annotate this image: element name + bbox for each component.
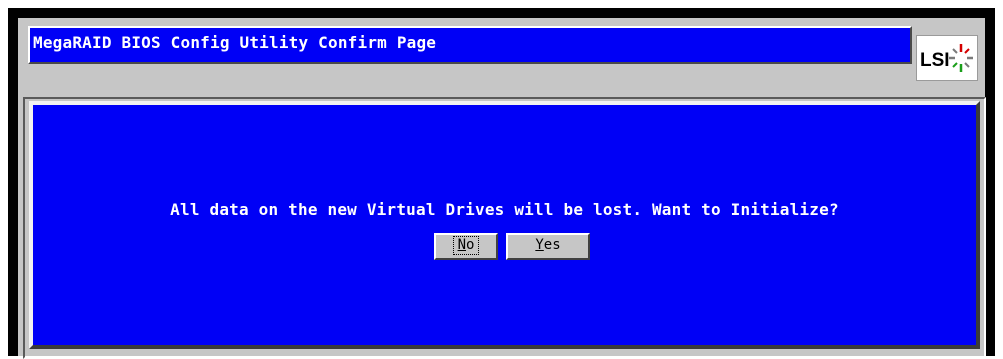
no-button-hotkey: N [457,237,466,253]
title-bar: MegaRAID BIOS Config Utility Confirm Pag… [28,26,912,64]
lsi-logo-icon: LSI [920,44,973,72]
yes-button[interactable]: Yes [506,233,590,260]
yes-button-label-rest: es [543,237,561,253]
logo-text: LSI [920,50,950,71]
window-title: MegaRAID BIOS Config Utility Confirm Pag… [33,33,437,52]
bios-screen: MegaRAID BIOS Config Utility Confirm Pag… [8,8,995,359]
confirm-message: All data on the new Virtual Drives will … [170,200,839,219]
logo-burst [949,44,973,72]
no-button-focus: No [452,236,480,255]
lsi-logo: LSI [916,35,978,81]
yes-button-hotkey: Y [535,237,544,253]
confirm-panel: All data on the new Virtual Drives will … [29,101,980,349]
no-button[interactable]: No [434,233,498,260]
no-button-label-rest: o [466,237,475,253]
